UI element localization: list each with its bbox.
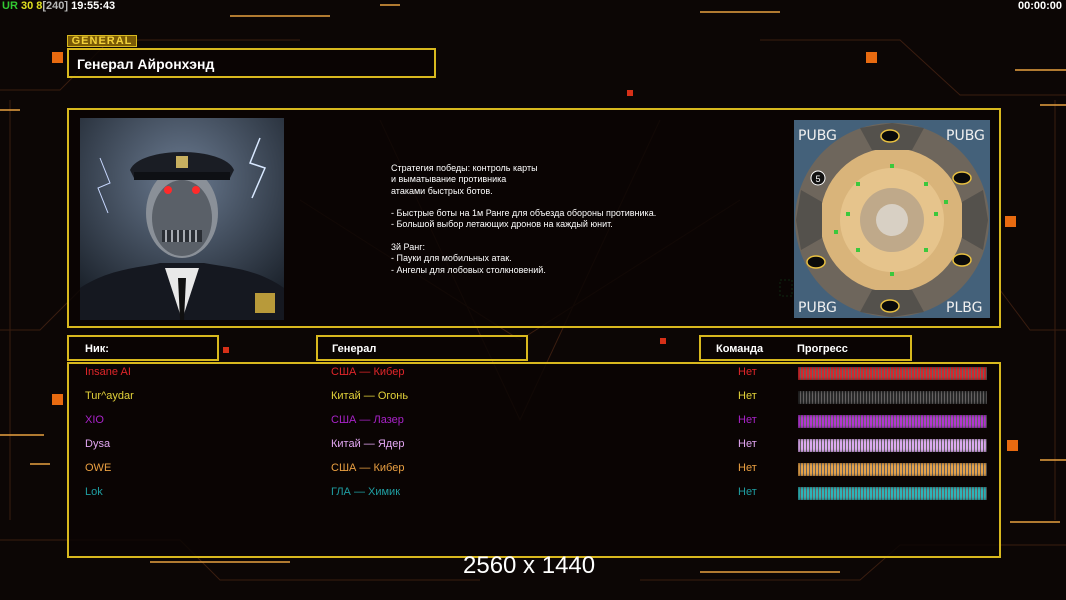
general-title-box: Генерал Айронхэнд bbox=[67, 48, 436, 78]
progress-fill bbox=[798, 463, 987, 476]
desc-line: Стратегия победы: контроль карты bbox=[391, 163, 538, 173]
table-row: Dysa Китай — Ядер Нет bbox=[67, 434, 999, 458]
desc-line bbox=[391, 231, 751, 242]
progress-bar bbox=[798, 487, 987, 500]
header-team-progress-box: Команда Прогресс bbox=[699, 335, 912, 361]
minimap-image: 5 PUBG PUBG PUBG PLBG bbox=[794, 120, 990, 318]
header-nick-box: Ник: bbox=[67, 335, 219, 361]
hud-bracket: [240] bbox=[42, 0, 69, 12]
player-nick: Tur^aydar bbox=[85, 390, 134, 402]
table-row: Insane AI США — Кибер Нет bbox=[67, 362, 999, 386]
desc-line: 3й Ранг: bbox=[391, 242, 425, 253]
hud-clock: 19:55:43 bbox=[71, 0, 116, 12]
player-general: ГЛА — Химик bbox=[331, 486, 401, 498]
player-nick: XIO bbox=[85, 414, 104, 426]
minimap-corner-label: PUBG bbox=[798, 128, 837, 144]
progress-fill bbox=[798, 391, 987, 404]
player-general: Китай — Ядер bbox=[331, 438, 405, 450]
table-row: XIO США — Лазер Нет bbox=[67, 410, 999, 434]
header-progress: Прогресс bbox=[797, 343, 848, 355]
player-team: Нет bbox=[738, 462, 757, 474]
player-team: Нет bbox=[738, 414, 757, 426]
minimap-corner-label: PLBG bbox=[946, 300, 982, 316]
header-general-box: Генерал bbox=[316, 335, 528, 361]
player-general: США — Кибер bbox=[331, 462, 405, 474]
table-row: OWE США — Кибер Нет bbox=[67, 458, 999, 482]
progress-bar bbox=[798, 439, 987, 452]
hud-fps: 30 bbox=[20, 0, 34, 12]
table-row: Tur^aydar Китай — Огонь Нет bbox=[67, 386, 999, 410]
player-team: Нет bbox=[738, 366, 757, 378]
player-nick: Lok bbox=[85, 486, 103, 498]
desc-line: - Пауки для мобильных атак. bbox=[391, 253, 512, 264]
player-team: Нет bbox=[738, 438, 757, 450]
desc-line: - Ангелы для лобовых столкновений. bbox=[391, 264, 546, 275]
resolution-overlay: 2560 x 1440 bbox=[463, 552, 596, 579]
header-general: Генерал bbox=[332, 343, 377, 355]
progress-fill bbox=[798, 367, 987, 380]
general-description: Стратегия победы: контроль карты и вымат… bbox=[391, 163, 751, 276]
progress-fill bbox=[798, 415, 987, 428]
desc-line bbox=[391, 197, 751, 208]
progress-fill bbox=[798, 439, 987, 452]
general-portrait bbox=[80, 118, 284, 320]
player-nick: Dysa bbox=[85, 438, 111, 450]
player-general: США — Кибер bbox=[331, 366, 405, 378]
general-tag: GENERAL bbox=[67, 35, 137, 47]
general-title: Генерал Айронхэнд bbox=[77, 56, 215, 72]
progress-bar bbox=[798, 463, 987, 476]
player-nick: OWE bbox=[85, 462, 112, 474]
table-row: Lok ГЛА — Химик Нет bbox=[67, 482, 999, 506]
hud-stats: UR 30 8[240] 19:55:43 bbox=[2, 0, 115, 12]
header-team: Команда bbox=[716, 343, 764, 355]
minimap-corner-label: PUBG bbox=[946, 128, 985, 144]
player-general: США — Лазер bbox=[331, 414, 404, 426]
hud-ur-label: UR bbox=[2, 0, 18, 12]
desc-line: и выматывание противника bbox=[391, 174, 507, 185]
progress-fill bbox=[798, 487, 987, 500]
player-nick: Insane AI bbox=[85, 366, 131, 378]
progress-bar bbox=[798, 391, 987, 404]
player-team: Нет bbox=[738, 486, 757, 498]
minimap-start-marker: 5 bbox=[815, 174, 820, 184]
header-nick: Ник: bbox=[85, 343, 109, 355]
minimap-corner-label: PUBG bbox=[798, 300, 837, 316]
desc-line: - Быстрые боты на 1м Ранге для объезда о… bbox=[391, 208, 657, 219]
general-portrait-image bbox=[80, 118, 284, 320]
minimap[interactable]: 5 PUBG PUBG PUBG PLBG bbox=[794, 120, 990, 318]
progress-bar bbox=[798, 415, 987, 428]
player-general: Китай — Огонь bbox=[331, 390, 409, 402]
desc-line: - Большой выбор летающих дронов на кажды… bbox=[391, 219, 613, 230]
desc-line: атаками быстрых ботов. bbox=[391, 185, 493, 196]
hud-timer: 00:00:00 bbox=[1017, 0, 1062, 12]
player-team: Нет bbox=[738, 390, 757, 402]
progress-bar bbox=[798, 367, 987, 380]
